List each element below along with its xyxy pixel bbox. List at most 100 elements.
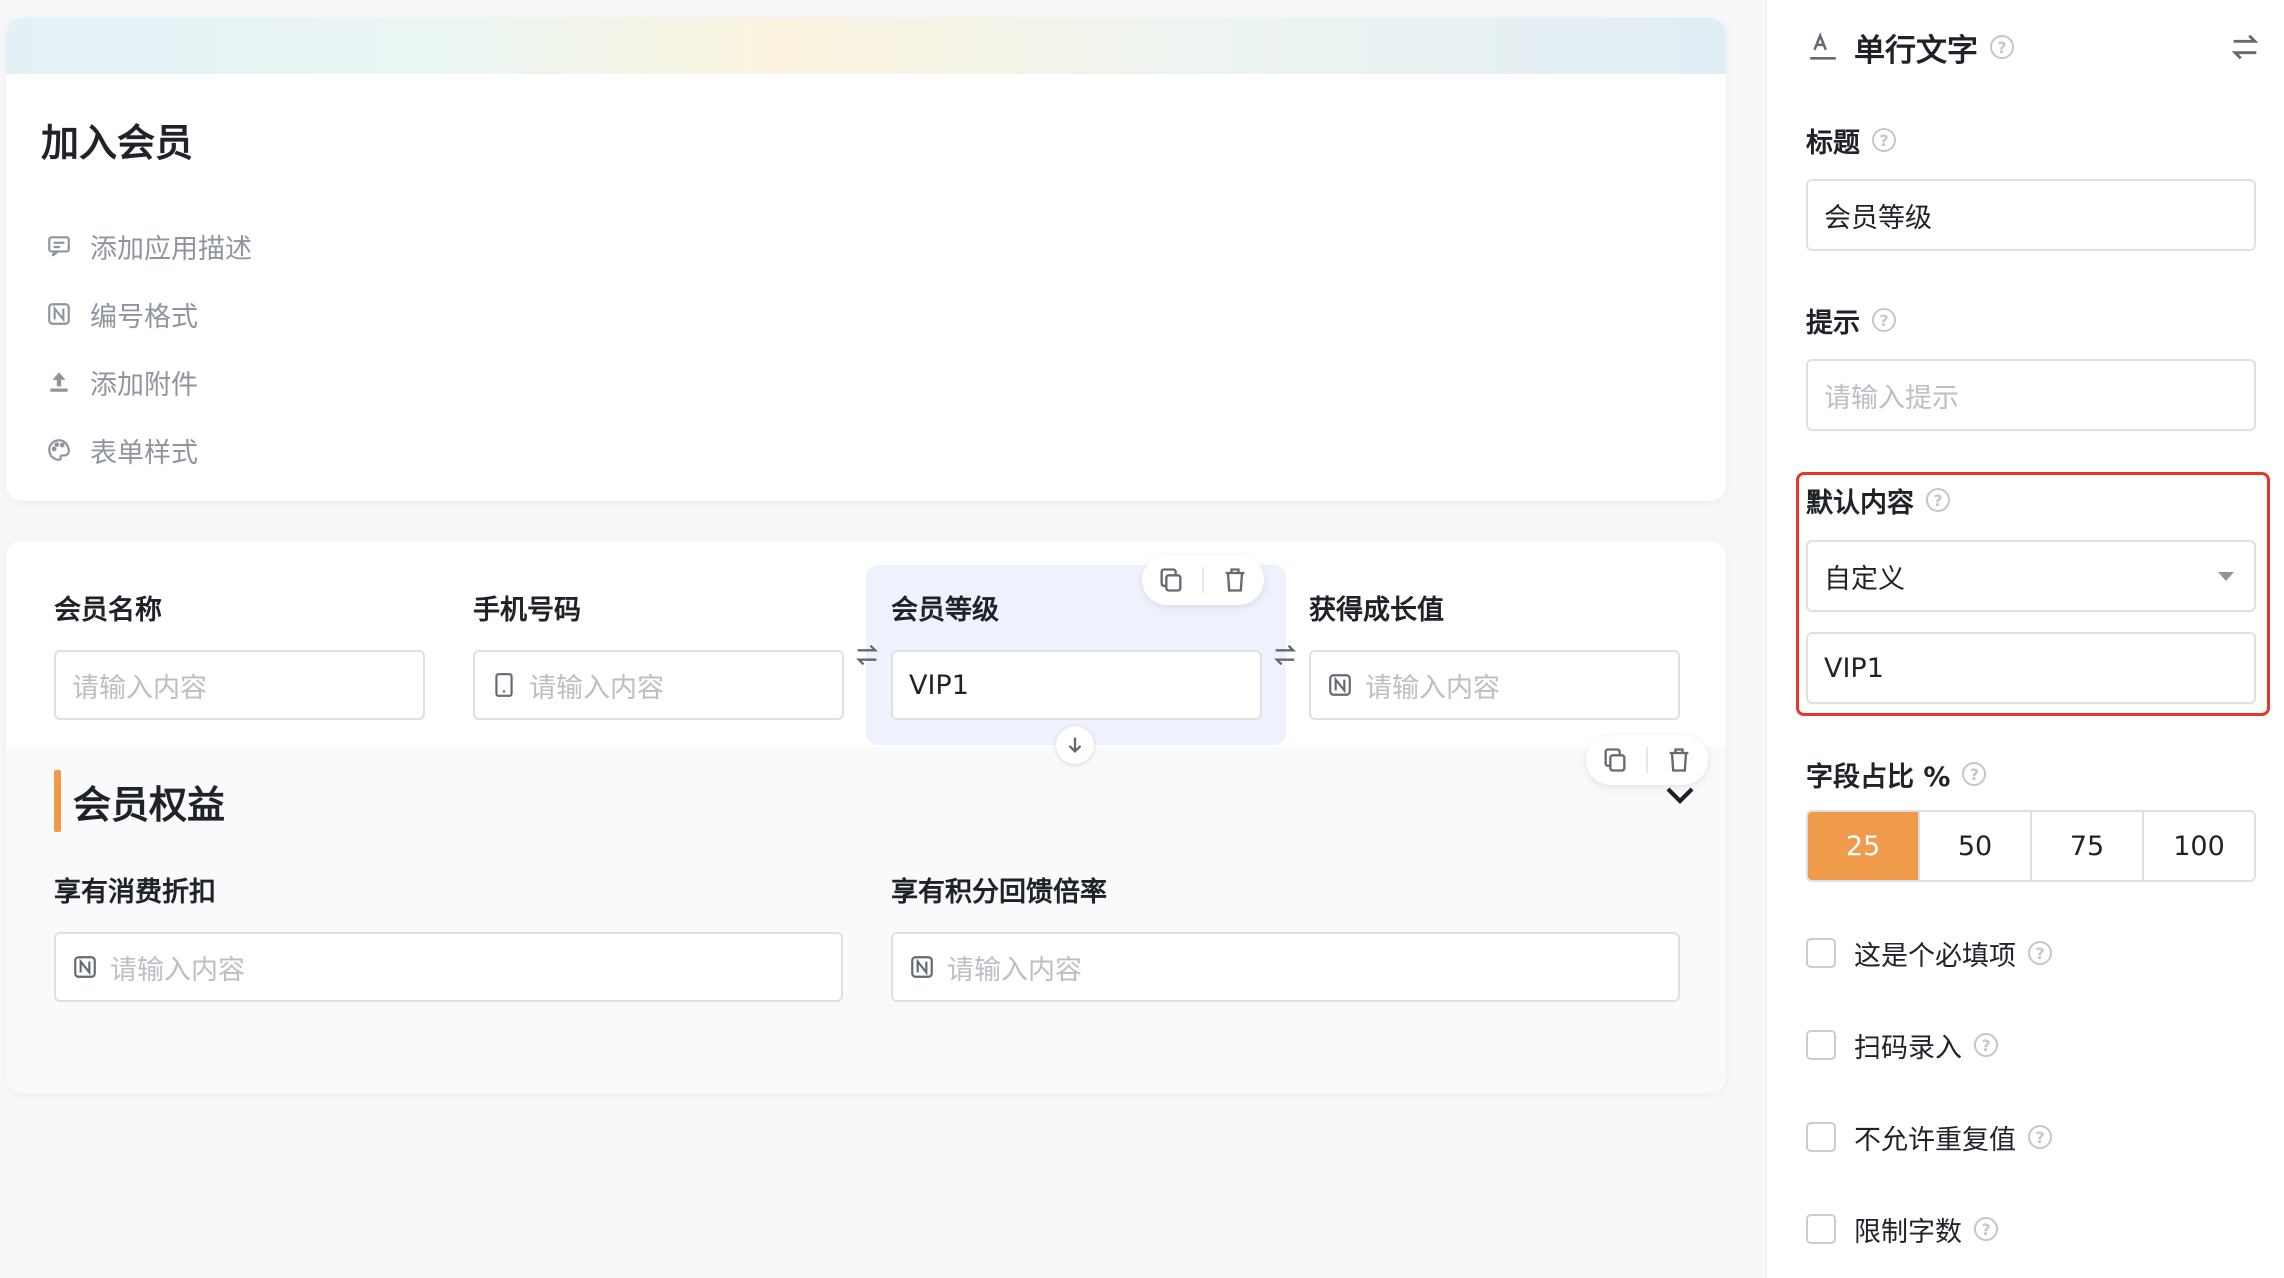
discount-input[interactable]: 请输入内容	[54, 932, 843, 1002]
help-icon[interactable]: ?	[1926, 488, 1950, 512]
default-value-text: VIP1	[1824, 652, 1884, 684]
delete-section-button[interactable]	[1662, 743, 1696, 777]
hint-input[interactable]: 请输入提示	[1806, 359, 2256, 431]
add-description-action[interactable]: 添加应用描述	[44, 212, 252, 280]
section-title[interactable]: 会员权益	[54, 770, 225, 832]
field-label: 会员等级	[891, 595, 999, 626]
section-member-benefits	[6, 747, 1726, 1093]
width-option-100[interactable]: 100	[2142, 812, 2254, 880]
field-toolbar	[1142, 555, 1264, 605]
title-input-value: 会员等级	[1824, 202, 1932, 234]
swap-icon	[856, 644, 878, 666]
help-icon[interactable]: ?	[1990, 35, 2014, 59]
copy-field-button[interactable]	[1154, 563, 1188, 597]
number-icon	[1327, 672, 1353, 698]
form-style-action[interactable]: 表单样式	[44, 416, 252, 484]
trash-icon	[1225, 568, 1245, 592]
caret-down-icon	[2218, 572, 2234, 581]
palette-icon	[44, 435, 74, 465]
input-value: VIP1	[909, 669, 969, 701]
field-growth-value[interactable]: 获得成长值	[1309, 591, 1444, 631]
app-title[interactable]: 加入会员	[41, 112, 193, 167]
swap-right-handle[interactable]	[1270, 640, 1300, 670]
checkbox[interactable]	[1806, 1030, 1836, 1060]
width-option-25[interactable]: 25	[1808, 812, 1918, 880]
member-level-input[interactable]: VIP1	[891, 650, 1262, 720]
copy-section-button[interactable]	[1598, 743, 1632, 777]
copy-icon	[1160, 568, 1182, 592]
help-icon[interactable]: ?	[1974, 1217, 1998, 1241]
default-value-input[interactable]: VIP1	[1806, 632, 2256, 704]
width-ratio-label-text: 字段占比 %	[1806, 761, 1951, 793]
scan-input-checkbox-row[interactable]: 扫码录入 ?	[1806, 1025, 1998, 1065]
input-placeholder: 请输入内容	[529, 672, 664, 704]
width-option-50[interactable]: 50	[1918, 812, 2030, 880]
help-icon[interactable]: ?	[1974, 1033, 1998, 1057]
panel-header: 单行文字 ?	[1806, 22, 2014, 72]
title-label-text: 标题	[1806, 127, 1860, 159]
no-duplicate-checkbox-row[interactable]: 不允许重复值 ?	[1806, 1117, 2052, 1157]
switch-type-icon[interactable]	[2228, 30, 2262, 64]
toolbar-divider	[1202, 567, 1204, 593]
field-label: 获得成长值	[1309, 595, 1444, 626]
section-title-text: 会员权益	[73, 782, 226, 827]
input-placeholder: 请输入内容	[72, 672, 207, 704]
field-member-name[interactable]: 会员名称	[54, 591, 162, 631]
checkbox-label: 这是个必填项	[1854, 940, 2016, 972]
help-icon[interactable]: ?	[1872, 308, 1896, 332]
checkbox-label: 不允许重复值	[1854, 1124, 2016, 1156]
member-name-input[interactable]: 请输入内容	[54, 650, 425, 720]
delete-field-button[interactable]	[1218, 563, 1252, 597]
form-style-label: 表单样式	[90, 437, 198, 469]
numbering-icon	[44, 299, 74, 329]
title-input[interactable]: 会员等级	[1806, 179, 2256, 251]
move-down-button[interactable]	[1056, 726, 1094, 764]
app-meta-actions: 添加应用描述 编号格式 添加附件 表单样式	[44, 212, 252, 484]
chevron-down-icon[interactable]	[1662, 780, 1698, 810]
toolbar-divider	[1646, 747, 1648, 773]
numbering-format-label: 编号格式	[90, 301, 198, 333]
field-label: 享有消费折扣	[54, 877, 216, 908]
add-description-label: 添加应用描述	[90, 233, 252, 265]
checkbox[interactable]	[1806, 1122, 1836, 1152]
number-icon	[909, 954, 935, 980]
field-label: 会员名称	[54, 595, 162, 626]
checkbox-label: 扫码录入	[1854, 1032, 1962, 1064]
text-field-icon	[1810, 32, 1836, 60]
field-points-rate[interactable]: 享有积分回馈倍率	[891, 873, 1107, 913]
default-content-label: 默认内容 ?	[1806, 480, 1950, 520]
required-checkbox-row[interactable]: 这是个必填项 ?	[1806, 933, 2052, 973]
hint-input-placeholder: 请输入提示	[1824, 382, 1959, 414]
points-rate-input[interactable]: 请输入内容	[891, 932, 1680, 1002]
form-designer-canvas: 加入会员 添加应用描述 编号格式 添加附件 表单样式 会员名称 请输入内容 手机…	[0, 0, 1764, 1278]
help-icon[interactable]: ?	[1872, 128, 1896, 152]
default-mode-value: 自定义	[1824, 563, 1905, 595]
add-attachment-action[interactable]: 添加附件	[44, 348, 252, 416]
section-toolbar	[1586, 735, 1708, 785]
section-accent-bar	[54, 770, 61, 832]
copy-icon	[1604, 748, 1626, 772]
title-label: 标题 ?	[1806, 120, 1896, 160]
field-member-level[interactable]: 会员等级	[891, 591, 999, 631]
help-icon[interactable]: ?	[1962, 762, 1987, 786]
field-phone[interactable]: 手机号码	[473, 591, 581, 631]
upload-icon	[44, 367, 74, 397]
numbering-format-action[interactable]: 编号格式	[44, 280, 252, 348]
hint-label: 提示 ?	[1806, 300, 1896, 340]
trash-icon	[1669, 748, 1689, 772]
checkbox[interactable]	[1806, 1214, 1836, 1244]
help-icon[interactable]: ?	[2028, 941, 2052, 965]
default-mode-select[interactable]: 自定义	[1806, 540, 2256, 612]
checkbox[interactable]	[1806, 938, 1836, 968]
width-ratio-label: 字段占比 % ?	[1806, 754, 1987, 794]
phone-input[interactable]: 请输入内容	[473, 650, 844, 720]
width-option-75[interactable]: 75	[2030, 812, 2142, 880]
add-attachment-label: 添加附件	[90, 369, 198, 401]
width-ratio-selector: 25 50 75 100	[1806, 810, 2256, 882]
field-discount[interactable]: 享有消费折扣	[54, 873, 216, 913]
swap-left-handle[interactable]	[852, 640, 882, 670]
field-type-label: 单行文字	[1854, 32, 1978, 69]
limit-length-checkbox-row[interactable]: 限制字数 ?	[1806, 1209, 1998, 1249]
growth-value-input[interactable]: 请输入内容	[1309, 650, 1680, 720]
help-icon[interactable]: ?	[2028, 1125, 2052, 1149]
